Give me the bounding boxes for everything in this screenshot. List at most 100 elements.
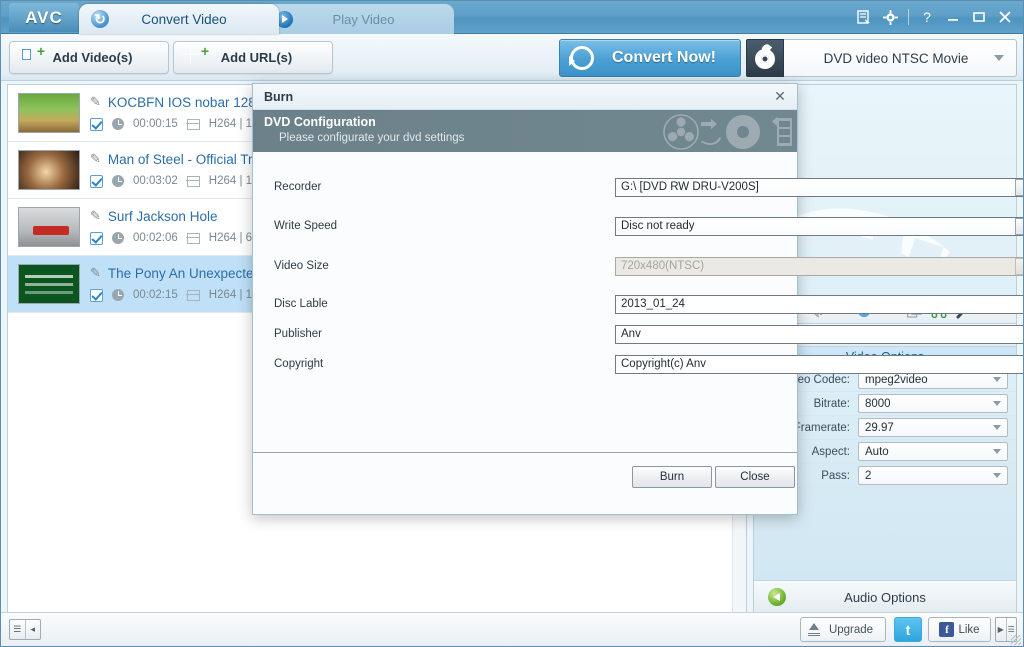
- video-option-value: 2: [865, 469, 872, 482]
- collapse-left-icon: ◂: [30, 624, 36, 634]
- window-controls: ?: [852, 5, 1017, 29]
- video-thumbnail: [18, 150, 80, 190]
- chevron-down-icon: [1015, 257, 1023, 275]
- twitter-button[interactable]: t: [894, 617, 922, 642]
- main-toolbar: + Add Video(s) + Add URL(s) Convert Now!…: [1, 34, 1023, 81]
- app-logo: AVC: [9, 3, 79, 32]
- dialog-field-row: Recorder G:\ [DVD RW DRU-V200S]: [253, 176, 1023, 198]
- video-option-select[interactable]: 29.97: [858, 418, 1008, 437]
- chevron-down-icon: [993, 473, 1001, 478]
- application-window: AVC Convert Video Play Video ?: [0, 0, 1024, 647]
- dialog-banner: DVD Configuration Please configurate you…: [253, 110, 797, 152]
- dialog-body: Recorder G:\ [DVD RW DRU-V200S] Write Spee…: [253, 152, 1023, 482]
- dialog-field-row: Copyright Copyright(c) Anv: [253, 353, 1023, 375]
- dialog-banner-title: DVD Configuration: [264, 115, 376, 129]
- disc-burn-icon[interactable]: [746, 39, 784, 77]
- dialog-field-label: Copyright: [274, 358, 324, 370]
- resize-grip[interactable]: [1011, 635, 1021, 645]
- dialog-title: Burn: [264, 90, 294, 104]
- dialog-field-label: Video Size: [274, 260, 329, 272]
- facebook-like-label: Like: [958, 623, 980, 636]
- filmstrip-watermark: [766, 208, 950, 276]
- tab-play-video[interactable]: Play Video: [264, 4, 454, 34]
- output-profile-value: DVD video NTSC Movie: [823, 50, 969, 66]
- dialog-field-input[interactable]: Anv: [615, 324, 1023, 344]
- add-videos-button[interactable]: + Add Video(s): [9, 41, 169, 74]
- output-profile-select[interactable]: DVD video NTSC Movie: [784, 39, 1017, 77]
- tab-convert-video-label: Convert Video: [141, 11, 227, 27]
- dialog-close-icon[interactable]: ✕: [771, 87, 789, 105]
- clock-icon: [112, 118, 124, 130]
- convert-now-label: Convert Now!: [612, 49, 716, 66]
- dialog-field-label: Publisher: [274, 328, 322, 340]
- toggle-panel-button[interactable]: ☰ ◂: [9, 619, 41, 640]
- video-option-select[interactable]: 2: [858, 466, 1008, 485]
- video-option-select[interactable]: Auto: [858, 442, 1008, 461]
- dialog-field-value: Copyright(c) Anv: [621, 358, 707, 370]
- convert-icon: [569, 46, 594, 70]
- dialog-footer: Burn Close: [253, 452, 797, 514]
- video-checkbox[interactable]: [90, 117, 103, 131]
- add-url-icon: +: [200, 42, 209, 59]
- upgrade-button[interactable]: Upgrade: [800, 617, 886, 642]
- filmstrip-icon: [186, 289, 201, 301]
- facebook-like-button[interactable]: f Like: [928, 617, 991, 642]
- video-duration: 00:00:15: [133, 118, 178, 130]
- maximize-button[interactable]: [967, 5, 991, 29]
- dialog-field-select: 720x480(NTSC): [615, 256, 1023, 276]
- chevron-down-icon[interactable]: [1015, 178, 1023, 196]
- clock-icon: [112, 175, 124, 187]
- video-checkbox[interactable]: [90, 288, 103, 302]
- tab-play-video-label: Play Video: [332, 11, 395, 27]
- dialog-field-label: Disc Lable: [274, 298, 328, 310]
- edit-pencil-icon[interactable]: ✎: [90, 94, 101, 110]
- list-select-icon[interactable]: [852, 5, 876, 29]
- refresh-icon: [91, 10, 109, 28]
- twitter-icon: t: [905, 621, 911, 638]
- video-duration: 00:02:06: [133, 232, 178, 244]
- video-thumbnail: [18, 207, 80, 247]
- upgrade-label: Upgrade: [828, 623, 874, 636]
- video-option-select[interactable]: 8000: [858, 394, 1008, 413]
- minimize-button[interactable]: [941, 5, 965, 29]
- video-option-value: Auto: [865, 445, 889, 458]
- audio-options-header[interactable]: Audio Options: [754, 580, 1016, 613]
- add-videos-label: Add Video(s): [52, 50, 133, 65]
- chevron-down-icon[interactable]: [1015, 217, 1023, 235]
- tab-convert-video[interactable]: Convert Video: [79, 4, 279, 34]
- dialog-field-input[interactable]: 2013_01_24: [615, 294, 1023, 314]
- dialog-close-button[interactable]: Close: [715, 466, 795, 488]
- video-duration: 00:03:02: [133, 175, 178, 187]
- control-divider: [908, 9, 909, 25]
- video-checkbox[interactable]: [90, 174, 103, 188]
- dvd-burn-illustration: [663, 114, 792, 150]
- chevron-down-icon: [993, 449, 1001, 454]
- close-button[interactable]: [993, 5, 1017, 29]
- dialog-banner-subtitle: Please configurate your dvd settings: [279, 132, 465, 144]
- edit-pencil-icon[interactable]: ✎: [90, 151, 101, 167]
- convert-now-button[interactable]: Convert Now!: [559, 39, 741, 77]
- video-checkbox[interactable]: [90, 231, 103, 245]
- chevron-down-icon: [993, 401, 1001, 406]
- dialog-field-input[interactable]: Copyright(c) Anv: [615, 354, 1023, 374]
- add-urls-button[interactable]: + Add URL(s): [173, 41, 333, 74]
- facebook-icon: f: [939, 622, 955, 637]
- list-view-icon: ☰: [10, 620, 26, 639]
- chevron-down-icon: [994, 55, 1004, 61]
- video-title: Surf Jackson Hole: [107, 208, 218, 224]
- filmstrip-icon: [186, 232, 201, 244]
- help-button[interactable]: ?: [915, 5, 939, 29]
- dialog-field-select[interactable]: Disc not ready: [615, 216, 1023, 236]
- edit-pencil-icon[interactable]: ✎: [90, 265, 101, 281]
- filmstrip-icon: [186, 118, 201, 130]
- dialog-title-bar: Burn ✕: [253, 84, 797, 110]
- upgrade-icon: [807, 622, 821, 637]
- video-option-value: mpeg2video: [865, 373, 928, 386]
- add-urls-label: Add URL(s): [220, 50, 293, 65]
- burn-button[interactable]: Burn: [632, 466, 712, 488]
- dialog-field-select[interactable]: G:\ [DVD RW DRU-V200S]: [615, 177, 1023, 197]
- gear-icon[interactable]: [878, 5, 902, 29]
- dialog-field-label: Recorder: [274, 181, 322, 193]
- burn-dialog: Burn ✕ DVD Configuration Please configur…: [252, 83, 1023, 515]
- edit-pencil-icon[interactable]: ✎: [90, 208, 101, 224]
